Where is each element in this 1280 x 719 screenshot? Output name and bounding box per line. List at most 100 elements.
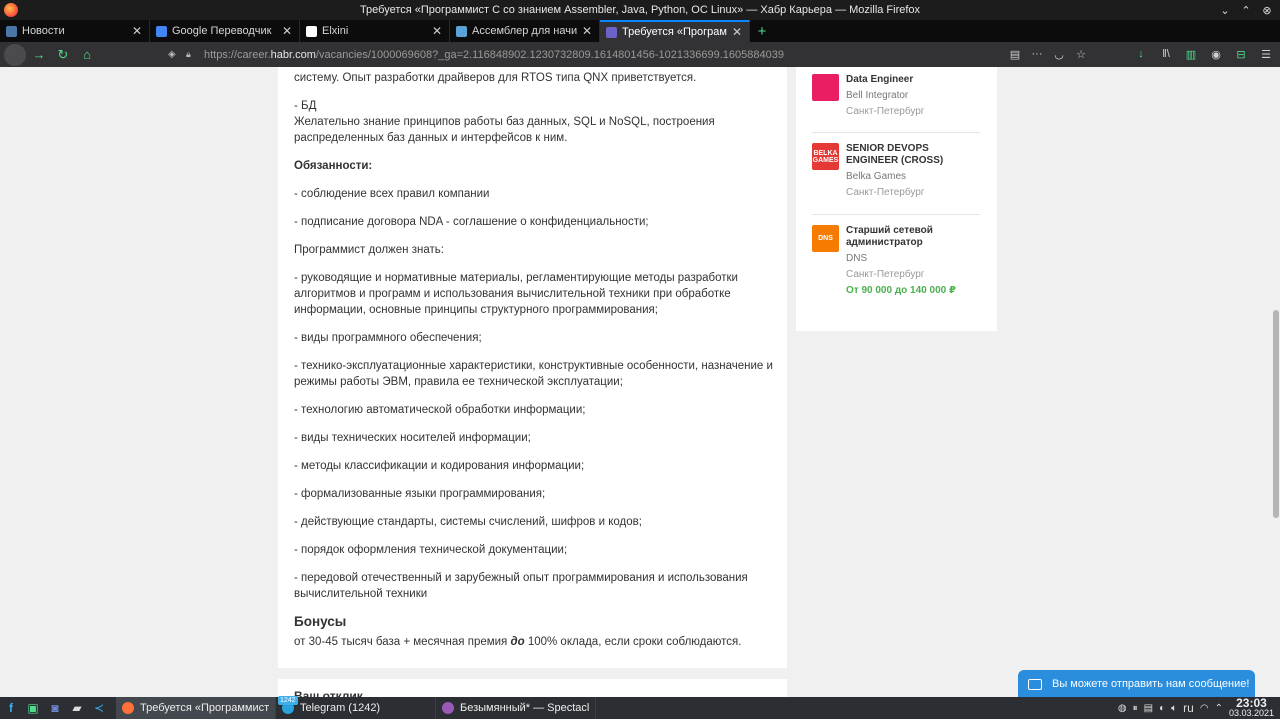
account-icon[interactable]: ◉ <box>1208 45 1224 63</box>
tab-close-icon[interactable]: ✕ <box>431 24 443 38</box>
tab-label: Elxini <box>322 25 349 37</box>
tab-close-icon[interactable]: ✕ <box>581 24 593 38</box>
chat-widget-button[interactable]: Вы можете отправить нам сообщение! <box>1018 670 1255 697</box>
similar-vacancy[interactable]: Data Engineer Bell Integrator Санкт-Петерб… <box>812 74 980 144</box>
window-titlebar: Требуется «Программист С со знанием Asse… <box>0 0 1280 20</box>
url-host: habr.com <box>270 48 316 61</box>
tracking-shield-icon[interactable]: ◈ <box>168 49 182 60</box>
tray-wifi-icon[interactable]: ◠ <box>1200 703 1209 714</box>
launcher-vscode-icon[interactable]: ≺ <box>88 697 110 719</box>
vacancy-title[interactable]: SENIOR DEVOPS ENGINEER (CROSS) <box>846 143 982 167</box>
maximize-icon[interactable]: ⌃ <box>1239 3 1253 17</box>
knowledge-item: - порядок оформления технической докумен… <box>294 544 568 556</box>
task-label: Telegram (1242) <box>300 702 381 714</box>
knowledge-item: - формализованные языки программирования… <box>294 488 546 500</box>
page-scrollbar[interactable] <box>1272 67 1280 697</box>
paragraph-db: - БД Желательно знание принципов работы … <box>294 100 715 144</box>
minimize-icon[interactable]: ⌄ <box>1218 3 1232 17</box>
task-label: Безымянный* — Spectacle <box>460 702 589 714</box>
reload-icon[interactable]: ↻ <box>52 44 74 66</box>
knowledge-item: - передовой отечественный и зарубежный о… <box>294 572 748 600</box>
url-bar[interactable]: ◈ 🔒︎ https://career. habr.com/vacancies/1… <box>168 44 998 65</box>
launcher-discord-icon[interactable]: ◙ <box>44 697 66 719</box>
similar-vacancies-card: Data Engineer Bell Integrator Санкт-Петерб… <box>796 67 997 331</box>
tab-close-icon[interactable]: ✕ <box>281 24 293 38</box>
toolbar-right: ↓ ‖\ ▥ ◉ ⊟ ☰ <box>1133 45 1274 63</box>
tray-expand-icon[interactable]: ⌃ <box>1215 703 1223 714</box>
knowledge-item: - технико-эксплуатационные характеристик… <box>294 360 773 388</box>
close-window-icon[interactable]: ⊗ <box>1260 3 1274 17</box>
bookmark-star-icon[interactable]: ☆ <box>1074 45 1088 63</box>
url-actions: ▤ ··· ◡ ☆ <box>1008 45 1088 63</box>
reader-view-icon[interactable]: ▤ <box>1008 45 1022 63</box>
sidebar-icon[interactable]: ▥ <box>1183 45 1199 63</box>
duty-item: - подписание договора NDA - соглашение о… <box>294 216 649 228</box>
tab-close-icon[interactable]: ✕ <box>131 24 143 38</box>
launcher-jetbrains-icon[interactable]: ▰ <box>66 697 88 719</box>
tray-volume-icon[interactable]: 🔈︎ <box>1171 703 1177 714</box>
pocket-icon[interactable]: ◡ <box>1052 45 1066 63</box>
tab-favicon-icon <box>606 26 617 38</box>
tray-media-icon[interactable]: ⏸ <box>1133 703 1138 714</box>
knowledge-item: - виды программного обеспечения; <box>294 332 482 344</box>
tray-clipboard-icon[interactable]: ▤ <box>1144 703 1153 714</box>
download-icon[interactable]: ↓ <box>1133 45 1149 63</box>
vacancy-city: Санкт-Петербург <box>846 106 925 117</box>
tab-label: Google Переводчик <box>172 25 272 37</box>
bonus-text-part-2: 100% оклада, если сроки соблюдаются. <box>524 636 742 648</box>
similar-vacancy[interactable]: DNS Старший сетевой администратор DNS Санкт… <box>812 225 982 296</box>
tray-lang[interactable]: ru <box>1183 701 1194 715</box>
bonus-text: от 30-45 тысяч база + месячная премия до… <box>294 634 774 650</box>
launcher-app-icon[interactable]: ▣ <box>22 697 44 719</box>
new-tab-icon[interactable]: + <box>750 20 774 42</box>
window-title: Требуется «Программист С со знанием Asse… <box>359 4 921 16</box>
bonus-text-part-1: от 30-45 тысяч база + месячная премия <box>294 636 511 648</box>
menu-icon[interactable]: ☰ <box>1258 45 1274 63</box>
vacancy-title[interactable]: Старший сетевой администратор <box>846 225 982 249</box>
forward-icon[interactable]: → <box>28 44 50 66</box>
browser-tab[interactable]: Ассемблер для начина ✕ <box>450 20 600 42</box>
lock-icon[interactable]: 🔒︎ <box>186 49 198 60</box>
company-name[interactable]: Belka Games <box>846 171 982 183</box>
vacancy-info: Data Engineer Bell Integrator Санкт-Петерб… <box>846 74 982 118</box>
vacancy-title[interactable]: Data Engineer <box>846 74 982 86</box>
similar-vacancy[interactable]: BELKA GAMES SENIOR DEVOPS ENGINEER (CROSS… <box>812 143 980 213</box>
browser-tab[interactable]: Требуется «Программ ✕ <box>600 20 750 42</box>
taskbar-task[interactable]: Безымянный* — Spectacle <box>436 697 596 719</box>
start-menu-icon[interactable]: f <box>0 697 22 719</box>
vacancy-description-card: систему. Опыт разработки драйверов для R… <box>278 67 787 668</box>
tab-label: Новости <box>22 25 65 37</box>
taskbar-task[interactable]: Telegram (1242) 1242 <box>276 696 436 719</box>
browser-tab[interactable]: Новости ✕ <box>0 20 150 42</box>
task-app-icon <box>442 702 454 714</box>
clock[interactable]: 23:03 03.03.2021 <box>1229 696 1274 718</box>
tab-strip: Новости ✕ Google Переводчик ✕ Elxini ✕ Ассембл… <box>0 20 1280 42</box>
tab-close-icon[interactable]: ✕ <box>731 25 743 39</box>
back-button[interactable] <box>4 43 26 66</box>
tab-favicon-icon <box>156 25 167 37</box>
company-name[interactable]: Bell Integrator <box>846 90 982 102</box>
taskbar-task[interactable]: Требуется «Программист С... <box>116 697 276 719</box>
extension-icon[interactable]: ⊟ <box>1233 45 1249 63</box>
knowledge-item: - технологию автоматической обработки ин… <box>294 404 586 416</box>
tray-updates-icon[interactable]: ◐ <box>1159 703 1165 714</box>
knowledge-item: - действующие стандарты, системы счислен… <box>294 516 642 528</box>
clock-time: 23:03 <box>1236 696 1267 710</box>
response-heading: Ваш отклик <box>294 689 363 697</box>
home-icon[interactable]: ⌂ <box>76 44 98 66</box>
scrollbar-thumb[interactable] <box>1273 310 1279 518</box>
company-logo <box>812 74 839 101</box>
library-icon[interactable]: ‖\ <box>1158 45 1174 63</box>
page-actions-icon[interactable]: ··· <box>1030 45 1044 63</box>
window-controls: ⌄ ⌃ ⊗ <box>1218 3 1274 17</box>
company-name[interactable]: DNS <box>846 253 982 265</box>
vacancy-info: SENIOR DEVOPS ENGINEER (CROSS) Belka Game… <box>846 143 982 199</box>
browser-tab[interactable]: Google Переводчик ✕ <box>150 20 300 42</box>
knowledge-item: - виды технических носителей информации; <box>294 432 531 444</box>
tab-label: Требуется «Программ <box>622 26 727 38</box>
url-path: /vacancies/1000069608?_ga=2.116848902.12… <box>315 48 784 61</box>
browser-tab[interactable]: Elxini ✕ <box>300 20 450 42</box>
task-app-icon <box>122 702 134 714</box>
tray-security-icon[interactable]: ◍ <box>1118 703 1127 714</box>
system-tray: ◍ ⏸ ▤ ◐ 🔈︎ ru ◠ ⌃ 23:03 03.03.2021 <box>1118 697 1274 719</box>
